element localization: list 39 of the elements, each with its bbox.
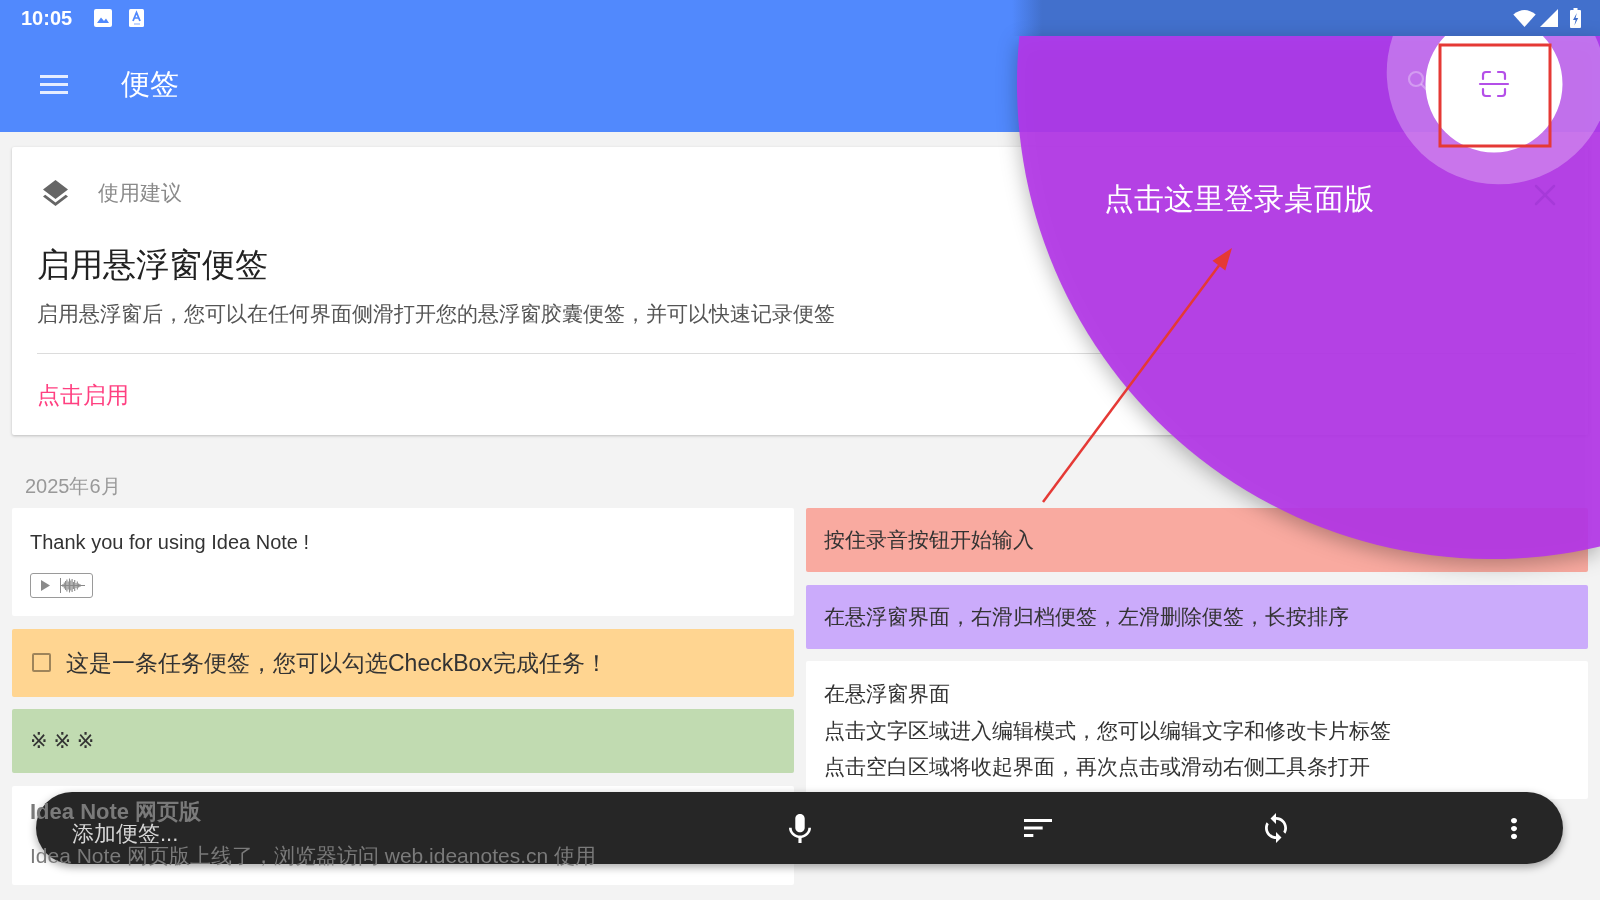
tip-title: 启用悬浮窗便签 xyxy=(37,245,268,285)
scan-icon[interactable] xyxy=(1478,70,1510,98)
font-icon xyxy=(129,9,145,27)
tutorial-message: 点击这里登录桌面版 xyxy=(1104,181,1374,217)
waveform-icon xyxy=(60,578,85,593)
month-label: 2025年6月 xyxy=(25,474,121,499)
note-text: 在悬浮窗界面，右滑归档便签，左滑删除便签，长按排序 xyxy=(824,603,1349,630)
note-text: ※ ※ ※ xyxy=(30,728,95,754)
microphone-icon[interactable] xyxy=(789,813,811,843)
tip-description: 启用悬浮窗后，您可以在任何界面侧滑打开您的悬浮窗胶囊便签，并可以快速记录便签 xyxy=(37,301,835,327)
audio-clip[interactable] xyxy=(30,573,93,598)
sync-icon[interactable] xyxy=(1265,813,1287,843)
note-line: 点击空白区域将收起界面，再次点击或滑动右侧工具条打开 xyxy=(824,754,1370,781)
sort-icon[interactable] xyxy=(1024,819,1052,837)
note-text: 按住录音按钮开始输入 xyxy=(824,527,1034,553)
note-card[interactable]: 这是一条任务便签，您可以勾选CheckBox完成任务！ xyxy=(12,628,794,697)
battery-icon xyxy=(1570,8,1581,28)
note-line: 点击文字区域进入编辑模式，您可以编辑文字和修改卡片标签 xyxy=(824,717,1391,744)
signal-icon xyxy=(1540,9,1558,27)
app-title: 便签 xyxy=(121,67,179,102)
note-text: 这是一条任务便签，您可以勾选CheckBox完成任务！ xyxy=(66,648,608,678)
note-card[interactable]: ※ ※ ※ xyxy=(12,709,794,773)
note-card[interactable]: Thank you for using Idea Note ! xyxy=(12,508,794,616)
status-time: 10:05 xyxy=(21,6,73,30)
search-icon[interactable] xyxy=(1407,70,1428,91)
image-icon xyxy=(94,9,113,27)
layers-icon xyxy=(43,180,68,206)
checkbox[interactable] xyxy=(32,653,51,672)
menu-icon[interactable] xyxy=(40,74,68,94)
more-icon[interactable] xyxy=(1511,817,1517,839)
scan-button[interactable] xyxy=(1425,36,1563,153)
tip-label: 使用建议 xyxy=(98,180,182,206)
note-card[interactable]: 在悬浮窗界面 点击文字区域进入编辑模式，您可以编辑文字和修改卡片标签 点击空白区域将收起界面，再次点击或滑动右侧工具条打开 xyxy=(806,661,1588,800)
play-icon xyxy=(41,580,50,591)
note-line: 在悬浮窗界面 xyxy=(824,681,950,707)
note-card[interactable]: 在悬浮窗界面，右滑归档便签，左滑删除便签，长按排序 xyxy=(806,584,1588,649)
note-input[interactable]: 添加便签... xyxy=(72,823,676,845)
wifi-icon xyxy=(1513,9,1536,27)
note-text: Thank you for using Idea Note ! xyxy=(30,530,310,555)
